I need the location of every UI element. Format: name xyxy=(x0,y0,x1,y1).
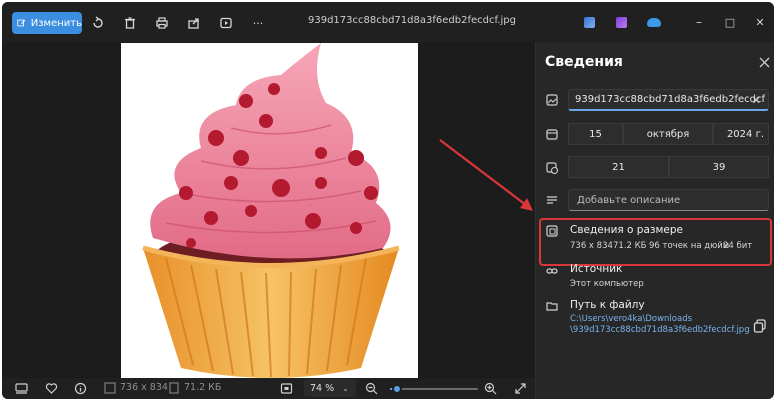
size-section-title: Сведения о размере xyxy=(570,224,683,236)
file-title: 939d173cc88cbd71d8a3f6edb2fecdcf.jpg xyxy=(308,15,516,26)
delete-icon[interactable] xyxy=(122,15,138,31)
photo-image xyxy=(121,43,418,378)
close-panel-icon[interactable] xyxy=(758,56,770,68)
fit-window-icon[interactable] xyxy=(279,381,293,395)
status-dimensions: 736 x 834 xyxy=(120,382,168,393)
top-toolbar: Изменить ··· 939d173cc88cbd71d8a3f6edb2f… xyxy=(2,2,774,42)
size-icon xyxy=(546,225,558,237)
date-day-field[interactable]: 15 xyxy=(568,123,623,145)
onedrive-icon[interactable] xyxy=(647,18,661,27)
folder-icon xyxy=(546,300,558,312)
panel-title: Сведения xyxy=(545,54,623,70)
info-icon[interactable] xyxy=(73,381,87,395)
size-dpi: 96 точек на дюйм xyxy=(649,241,730,251)
dimensions-icon xyxy=(103,381,117,395)
source-title: Источник xyxy=(570,263,623,275)
print-icon[interactable] xyxy=(154,15,170,31)
size-bit-depth: 24 бит xyxy=(723,241,753,251)
favorite-icon[interactable] xyxy=(44,381,58,395)
clear-name-icon[interactable]: ✕ xyxy=(752,94,761,107)
fullscreen-icon[interactable] xyxy=(513,381,527,395)
share-icon[interactable] xyxy=(186,15,202,31)
edit-button[interactable]: Изменить xyxy=(12,12,82,34)
details-panel: Сведения 939d173cc88cbd71d8a3f6edb2fecdc… xyxy=(535,42,774,399)
more-icon[interactable]: ··· xyxy=(250,15,266,31)
file-name-input[interactable]: 939d173cc88cbd71d8a3f6edb2fecdcf ✕ xyxy=(568,89,769,111)
path-line-1[interactable]: C:\Users\vero4ka\Downloads xyxy=(570,314,692,324)
maximize-button[interactable]: □ xyxy=(721,13,739,31)
edit-icon xyxy=(17,19,26,27)
status-file-size: 71.2 КБ xyxy=(184,382,222,393)
time-hour-field[interactable]: 21 xyxy=(568,156,669,178)
path-title: Путь к файлу xyxy=(570,299,645,311)
link-icon xyxy=(546,265,558,277)
zoom-out-icon[interactable] xyxy=(364,381,378,395)
clipchamp-icon[interactable] xyxy=(616,17,627,28)
calendar-icon xyxy=(546,128,558,140)
source-value: Этот компьютер xyxy=(570,279,644,289)
size-file-size: 71.2 КБ xyxy=(613,241,647,251)
date-month-field[interactable]: октября xyxy=(623,123,713,145)
rotate-icon[interactable] xyxy=(90,15,106,31)
minimize-button[interactable]: – xyxy=(690,13,708,31)
edit-button-label: Изменить xyxy=(30,17,82,29)
file-size-icon xyxy=(167,381,181,395)
image-icon xyxy=(546,94,558,106)
copy-path-icon[interactable] xyxy=(753,319,767,333)
description-icon xyxy=(546,194,558,206)
time-minute-field[interactable]: 39 xyxy=(669,156,769,178)
zoom-in-icon[interactable] xyxy=(483,381,497,395)
zoom-slider[interactable] xyxy=(390,384,478,394)
clock-icon xyxy=(546,162,558,174)
date-year-field[interactable]: 2024 г. xyxy=(713,123,769,145)
zoom-dropdown[interactable]: 74 % ⌄ xyxy=(304,379,356,397)
file-name-value: 939d173cc88cbd71d8a3f6edb2fecdcf xyxy=(575,94,765,105)
edit-app-icon[interactable] xyxy=(584,17,595,28)
cupcake-illustration xyxy=(142,43,400,378)
zoom-slider-thumb[interactable] xyxy=(392,384,403,394)
description-input[interactable]: Добавьте описание xyxy=(568,189,769,211)
image-canvas[interactable] xyxy=(2,42,535,378)
close-button[interactable]: ✕ xyxy=(751,13,769,31)
path-line-2[interactable]: \939d173cc88cbd71d8a3f6edb2fecdcf.jpg xyxy=(570,325,750,335)
zoom-value: 74 % xyxy=(310,382,335,394)
size-dimensions: 736 x 834 xyxy=(570,241,613,251)
slideshow-icon[interactable] xyxy=(218,15,234,31)
bottom-bar: 736 x 834 71.2 КБ 74 % ⌄ xyxy=(2,378,535,399)
filmstrip-icon[interactable] xyxy=(14,381,28,395)
photos-window: Изменить ··· 939d173cc88cbd71d8a3f6edb2f… xyxy=(2,2,774,399)
chevron-down-icon: ⌄ xyxy=(342,383,349,393)
description-placeholder: Добавьте описание xyxy=(577,194,681,206)
